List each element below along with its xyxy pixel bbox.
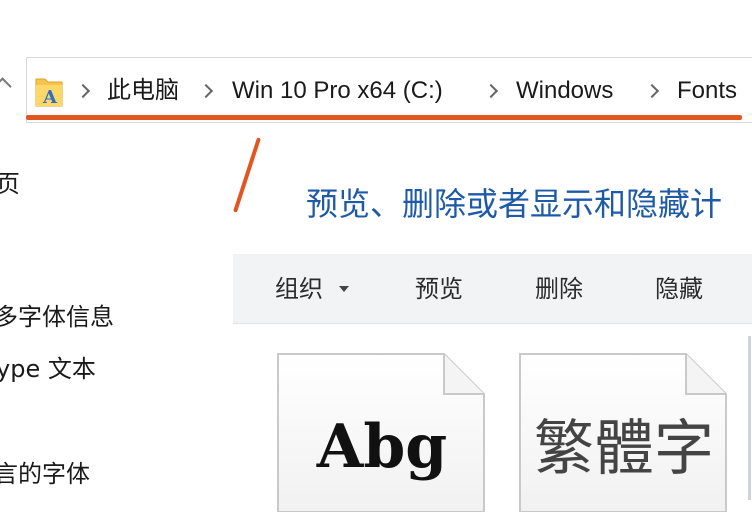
annotation-line	[233, 137, 261, 213]
organize-button[interactable]: 组织	[275, 272, 323, 306]
breadcrumb-this-pc[interactable]: 此电脑	[107, 74, 179, 108]
delete-button[interactable]: 删除	[535, 272, 583, 306]
page-title: 预览、删除或者显示和隐藏计	[306, 185, 723, 223]
scroll-edge	[748, 336, 751, 500]
dropdown-caret-icon[interactable]	[339, 286, 349, 292]
font-sample-latin: Abg	[316, 412, 448, 482]
sidebar-item-language-fonts[interactable]: 言的字体	[0, 458, 90, 490]
hide-button[interactable]: 隐藏	[655, 272, 703, 306]
fonts-folder-icon: A	[35, 78, 63, 108]
svg-text:A: A	[42, 87, 58, 108]
up-arrow-icon[interactable]	[0, 77, 12, 96]
preview-button[interactable]: 预览	[415, 272, 463, 306]
breadcrumb-windows[interactable]: Windows	[516, 74, 613, 108]
highlight-underline	[26, 115, 742, 120]
breadcrumb-fonts[interactable]: Fonts	[677, 74, 737, 108]
font-sample-cjk: 繁體字	[534, 414, 714, 484]
sidebar-item-font-info[interactable]: 多字体信息	[0, 301, 114, 333]
sidebar-item-home[interactable]: 页	[0, 168, 20, 200]
breadcrumb-drive-c[interactable]: Win 10 Pro x64 (C:)	[232, 74, 443, 108]
sidebar-item-cleartype[interactable]: ype 文本	[0, 353, 96, 385]
